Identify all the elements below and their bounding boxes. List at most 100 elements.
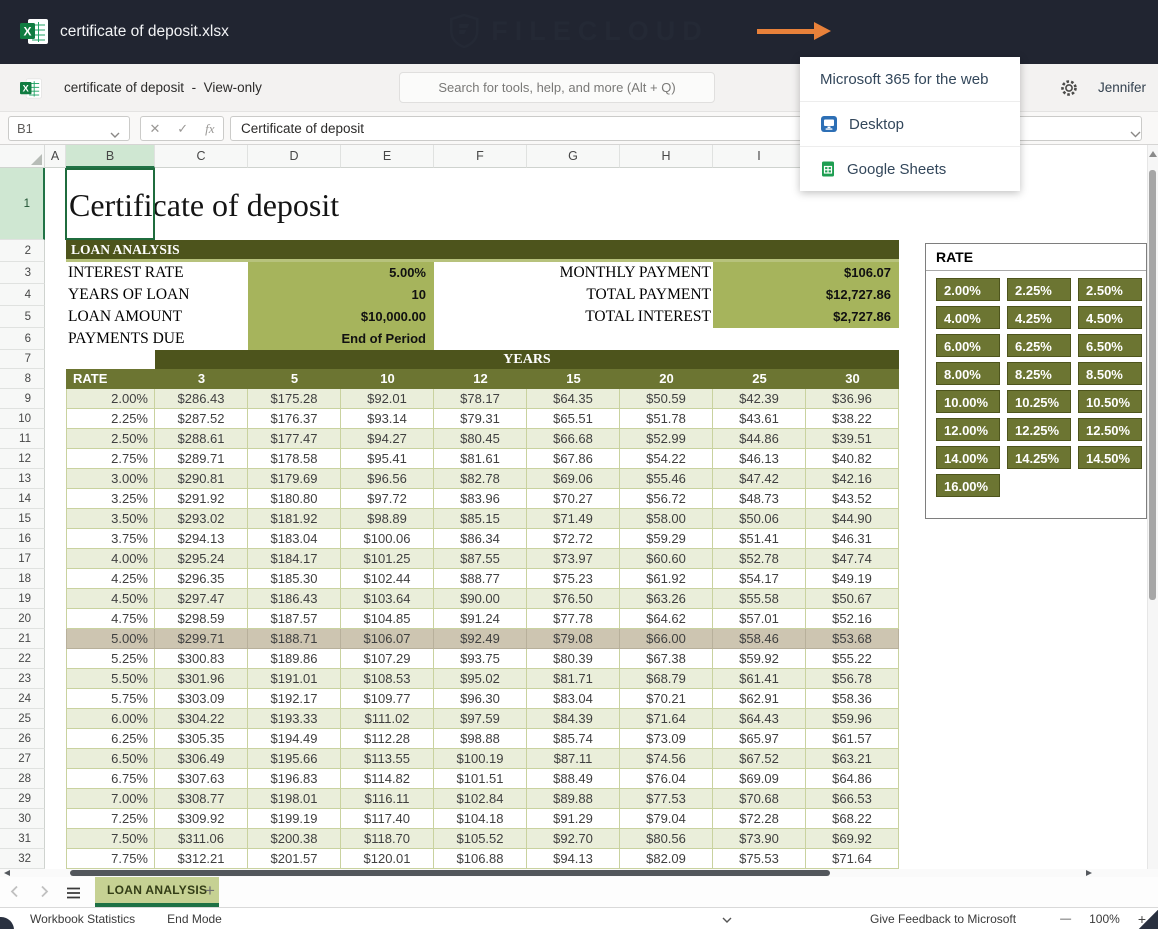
payment-cell[interactable]: $70.21 xyxy=(620,689,713,709)
payment-cell[interactable]: $81.61 xyxy=(434,449,527,469)
payment-cell[interactable]: $306.49 xyxy=(155,749,248,769)
field-value[interactable]: 10 xyxy=(248,284,434,306)
vertical-scroll-thumb[interactable] xyxy=(1149,170,1156,600)
rate-button-6-25[interactable]: 6.25% xyxy=(1007,334,1071,357)
payment-cell[interactable]: $46.13 xyxy=(713,449,806,469)
payment-cell[interactable]: $185.30 xyxy=(248,569,341,589)
payment-cell[interactable]: $112.28 xyxy=(341,729,434,749)
payment-cell[interactable]: $50.06 xyxy=(713,509,806,529)
payment-cell[interactable]: $198.01 xyxy=(248,789,341,809)
rate-cell[interactable]: 7.00% xyxy=(66,789,155,809)
payment-cell[interactable]: $85.74 xyxy=(527,729,620,749)
payment-cell[interactable]: $100.06 xyxy=(341,529,434,549)
payment-cell[interactable]: $84.39 xyxy=(527,709,620,729)
payment-cell[interactable]: $82.78 xyxy=(434,469,527,489)
payment-cell[interactable]: $65.97 xyxy=(713,729,806,749)
payment-cell[interactable]: $94.13 xyxy=(527,849,620,869)
row-header-9[interactable]: 9 xyxy=(0,389,45,409)
open-with-option-microsoft-365-for-the-web[interactable]: Microsoft 365 for the web xyxy=(800,57,1020,101)
payment-cell[interactable]: $86.34 xyxy=(434,529,527,549)
payment-cell[interactable]: $114.82 xyxy=(341,769,434,789)
payment-cell[interactable]: $55.22 xyxy=(806,649,899,669)
row-header-29[interactable]: 29 xyxy=(0,789,45,809)
payment-cell[interactable]: $71.49 xyxy=(527,509,620,529)
payment-cell[interactable]: $291.92 xyxy=(155,489,248,509)
payment-cell[interactable]: $40.82 xyxy=(806,449,899,469)
payment-cell[interactable]: $104.18 xyxy=(434,809,527,829)
insert-function-icon[interactable]: fx xyxy=(205,121,214,137)
payment-cell[interactable]: $53.68 xyxy=(806,629,899,649)
payment-cell[interactable]: $55.58 xyxy=(713,589,806,609)
row-header-23[interactable]: 23 xyxy=(0,669,45,689)
column-header-A[interactable]: A xyxy=(45,145,66,168)
payment-cell[interactable]: $67.52 xyxy=(713,749,806,769)
status-chevron-icon[interactable] xyxy=(722,910,732,928)
payment-cell[interactable]: $44.86 xyxy=(713,429,806,449)
payment-cell[interactable]: $50.67 xyxy=(806,589,899,609)
payment-cell[interactable]: $300.83 xyxy=(155,649,248,669)
payment-cell[interactable]: $57.01 xyxy=(713,609,806,629)
payment-cell[interactable]: $88.49 xyxy=(527,769,620,789)
payment-cell[interactable]: $76.04 xyxy=(620,769,713,789)
payment-cell[interactable]: $42.16 xyxy=(806,469,899,489)
search-input[interactable] xyxy=(399,72,715,103)
sheet-tab-loan-analysis[interactable]: LOAN ANALYSIS xyxy=(95,877,219,907)
row-header-21[interactable]: 21 xyxy=(0,629,45,649)
rate-cell[interactable]: 2.75% xyxy=(66,449,155,469)
payment-cell[interactable]: $69.06 xyxy=(527,469,620,489)
result-label[interactable]: TOTAL PAYMENT xyxy=(434,284,711,306)
payment-cell[interactable]: $177.47 xyxy=(248,429,341,449)
payment-cell[interactable]: $120.01 xyxy=(341,849,434,869)
payment-cell[interactable]: $51.78 xyxy=(620,409,713,429)
payment-cell[interactable]: $188.71 xyxy=(248,629,341,649)
rate-button-6-00[interactable]: 6.00% xyxy=(936,334,1000,357)
row-header-18[interactable]: 18 xyxy=(0,569,45,589)
payment-cell[interactable]: $107.29 xyxy=(341,649,434,669)
payment-cell[interactable]: $65.51 xyxy=(527,409,620,429)
field-label[interactable]: YEARS OF LOAN xyxy=(68,284,189,306)
payment-cell[interactable]: $87.55 xyxy=(434,549,527,569)
loan-analysis-header[interactable]: LOAN ANALYSIS xyxy=(66,240,899,262)
rate-cell[interactable]: 2.25% xyxy=(66,409,155,429)
horizontal-scroll-thumb[interactable] xyxy=(70,870,830,876)
row-header-16[interactable]: 16 xyxy=(0,529,45,549)
payment-cell[interactable]: $93.75 xyxy=(434,649,527,669)
payment-cell[interactable]: $50.59 xyxy=(620,389,713,409)
payment-cell[interactable]: $289.71 xyxy=(155,449,248,469)
row-header-13[interactable]: 13 xyxy=(0,469,45,489)
rate-cell[interactable]: 7.25% xyxy=(66,809,155,829)
column-header-F[interactable]: F xyxy=(434,145,527,168)
sheet-list-menu-icon[interactable] xyxy=(66,886,81,904)
payment-cell[interactable]: $201.57 xyxy=(248,849,341,869)
rate-cell[interactable]: 6.25% xyxy=(66,729,155,749)
payment-cell[interactable]: $85.15 xyxy=(434,509,527,529)
row-header-25[interactable]: 25 xyxy=(0,709,45,729)
row-header-17[interactable]: 17 xyxy=(0,549,45,569)
payment-cell[interactable]: $73.90 xyxy=(713,829,806,849)
column-header-E[interactable]: E xyxy=(341,145,434,168)
payment-cell[interactable]: $47.42 xyxy=(713,469,806,489)
row-header-26[interactable]: 26 xyxy=(0,729,45,749)
user-name[interactable]: Jennifer xyxy=(1098,64,1146,112)
row-header-31[interactable]: 31 xyxy=(0,829,45,849)
payment-cell[interactable]: $70.68 xyxy=(713,789,806,809)
payment-cell[interactable]: $60.60 xyxy=(620,549,713,569)
rate-cell[interactable]: 6.75% xyxy=(66,769,155,789)
payment-cell[interactable]: $305.35 xyxy=(155,729,248,749)
payment-cell[interactable]: $79.08 xyxy=(527,629,620,649)
payment-cell[interactable]: $184.17 xyxy=(248,549,341,569)
payment-cell[interactable]: $81.71 xyxy=(527,669,620,689)
row-header-2[interactable]: 2 xyxy=(0,240,45,262)
prev-sheet-icon[interactable] xyxy=(10,885,19,903)
rate-cell[interactable]: 7.75% xyxy=(66,849,155,869)
cancel-icon[interactable]: ✕ xyxy=(149,121,160,137)
field-label[interactable]: INTEREST RATE xyxy=(68,262,184,284)
rate-button-2-00[interactable]: 2.00% xyxy=(936,278,1000,301)
payment-cell[interactable]: $179.69 xyxy=(248,469,341,489)
payment-cell[interactable]: $91.24 xyxy=(434,609,527,629)
formulabar-expand-icon[interactable] xyxy=(1130,125,1141,143)
payment-cell[interactable]: $64.62 xyxy=(620,609,713,629)
add-sheet-button[interactable]: + xyxy=(205,877,215,907)
payment-cell[interactable]: $61.92 xyxy=(620,569,713,589)
row-header-32[interactable]: 32 xyxy=(0,849,45,869)
